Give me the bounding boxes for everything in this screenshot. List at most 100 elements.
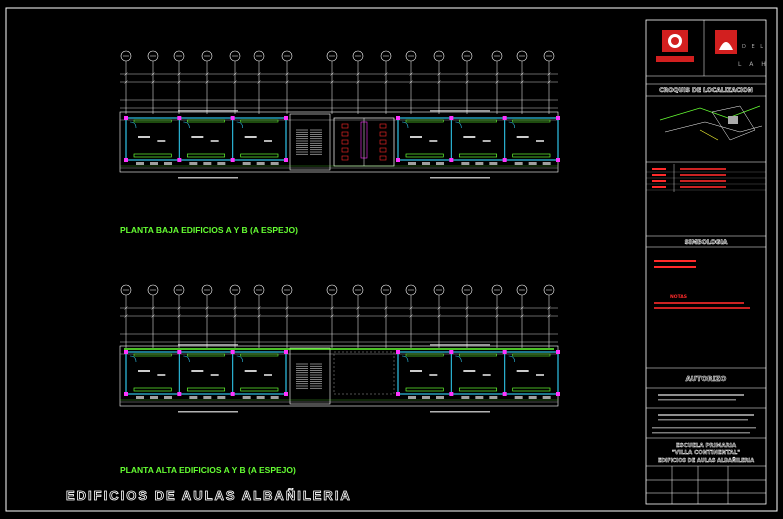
furniture <box>408 162 416 165</box>
furniture <box>422 162 430 165</box>
structural-column <box>284 116 288 120</box>
structural-column <box>124 116 128 120</box>
svg-text:L A H: L A H <box>738 61 769 68</box>
furniture <box>150 396 158 399</box>
structural-column <box>230 392 235 396</box>
structural-column <box>124 392 128 396</box>
structural-column <box>449 392 454 396</box>
furniture <box>528 162 537 165</box>
furniture <box>150 162 158 165</box>
furniture <box>422 396 430 399</box>
room-label <box>244 370 257 372</box>
furniture <box>514 162 523 165</box>
background <box>0 0 783 519</box>
furniture <box>489 396 498 399</box>
room-label <box>410 370 422 372</box>
structural-column <box>502 350 507 354</box>
annotation-mark <box>178 177 238 179</box>
furniture <box>203 396 212 399</box>
drawing-title: EDIFICIOS DE AULAS ALBAÑILERIA <box>66 488 352 503</box>
furniture <box>461 396 470 399</box>
furniture <box>542 396 551 399</box>
furniture <box>256 396 265 399</box>
structural-column <box>502 392 507 396</box>
structural-column <box>177 350 182 354</box>
furniture <box>189 396 198 399</box>
furniture <box>256 162 265 165</box>
room-label <box>191 370 204 372</box>
project-name: ESCUELA PRIMARIA <box>676 443 737 449</box>
structural-column <box>124 350 128 354</box>
room-label <box>191 136 204 138</box>
furniture <box>136 162 144 165</box>
furniture <box>164 396 172 399</box>
structural-column <box>449 350 454 354</box>
structural-column <box>556 392 560 396</box>
structural-column <box>230 350 235 354</box>
symbology-row-mark <box>652 168 666 170</box>
furniture <box>270 162 279 165</box>
annotation-mark <box>178 411 238 413</box>
upper-plan-title: PLANTA ALTA EDIFICIOS A Y B (A ESPEJO) <box>120 465 296 475</box>
structural-column <box>502 158 507 162</box>
furniture <box>189 162 198 165</box>
room-label <box>516 136 529 138</box>
structural-column <box>284 350 288 354</box>
furniture <box>408 396 416 399</box>
furniture <box>164 162 172 165</box>
structural-column <box>396 158 400 162</box>
notes-title: NOTAS <box>670 294 687 300</box>
structural-column <box>556 350 560 354</box>
structural-column <box>396 350 400 354</box>
room-label <box>244 136 257 138</box>
furniture <box>489 162 498 165</box>
room-label <box>516 370 529 372</box>
room-label <box>138 136 150 138</box>
furniture <box>475 162 484 165</box>
furniture <box>242 162 251 165</box>
furniture <box>270 396 279 399</box>
structural-column <box>449 158 454 162</box>
furniture <box>217 162 226 165</box>
structural-column <box>230 116 235 120</box>
ground-plan-title: PLANTA BAJA EDIFICIOS A Y B (A ESPEJO) <box>120 225 298 235</box>
structural-column <box>230 158 235 162</box>
structural-column <box>177 392 182 396</box>
cad-drawing-canvas: PLANTA BAJA EDIFICIOS A Y B (A ESPEJO) P… <box>0 0 783 519</box>
structural-column <box>284 392 288 396</box>
symbology-row-mark <box>652 186 666 188</box>
furniture <box>436 162 444 165</box>
structural-column <box>177 158 182 162</box>
room-label <box>138 370 150 372</box>
symbology-row-mark <box>652 174 666 176</box>
furniture <box>514 396 523 399</box>
structural-column <box>556 158 560 162</box>
structural-column <box>556 116 560 120</box>
symbology-title: SIMBOLOGIA <box>685 239 728 246</box>
furniture <box>436 396 444 399</box>
furniture <box>242 396 251 399</box>
structural-column <box>124 158 128 162</box>
room-label <box>410 136 422 138</box>
furniture <box>542 162 551 165</box>
furniture <box>528 396 537 399</box>
project-subname: "VILLA CONTINENTAL" <box>672 450 741 456</box>
structural-column <box>396 392 400 396</box>
room-label <box>463 370 476 372</box>
furniture <box>461 162 470 165</box>
structural-column <box>396 116 400 120</box>
furniture <box>217 396 226 399</box>
furniture <box>136 396 144 399</box>
annotation-mark <box>430 411 490 413</box>
authorization-title: AUTORIZO <box>686 375 727 383</box>
room-label <box>463 136 476 138</box>
structural-column <box>284 158 288 162</box>
sheet-description: EDIFICIOS DE AULAS ALBAÑILERIA <box>658 457 754 464</box>
svg-text:D E L: D E L <box>742 44 765 50</box>
structural-column <box>449 116 454 120</box>
annotation-mark <box>430 177 490 179</box>
structural-column <box>502 116 507 120</box>
furniture <box>203 162 212 165</box>
symbology-row-mark <box>652 180 666 182</box>
furniture <box>475 396 484 399</box>
